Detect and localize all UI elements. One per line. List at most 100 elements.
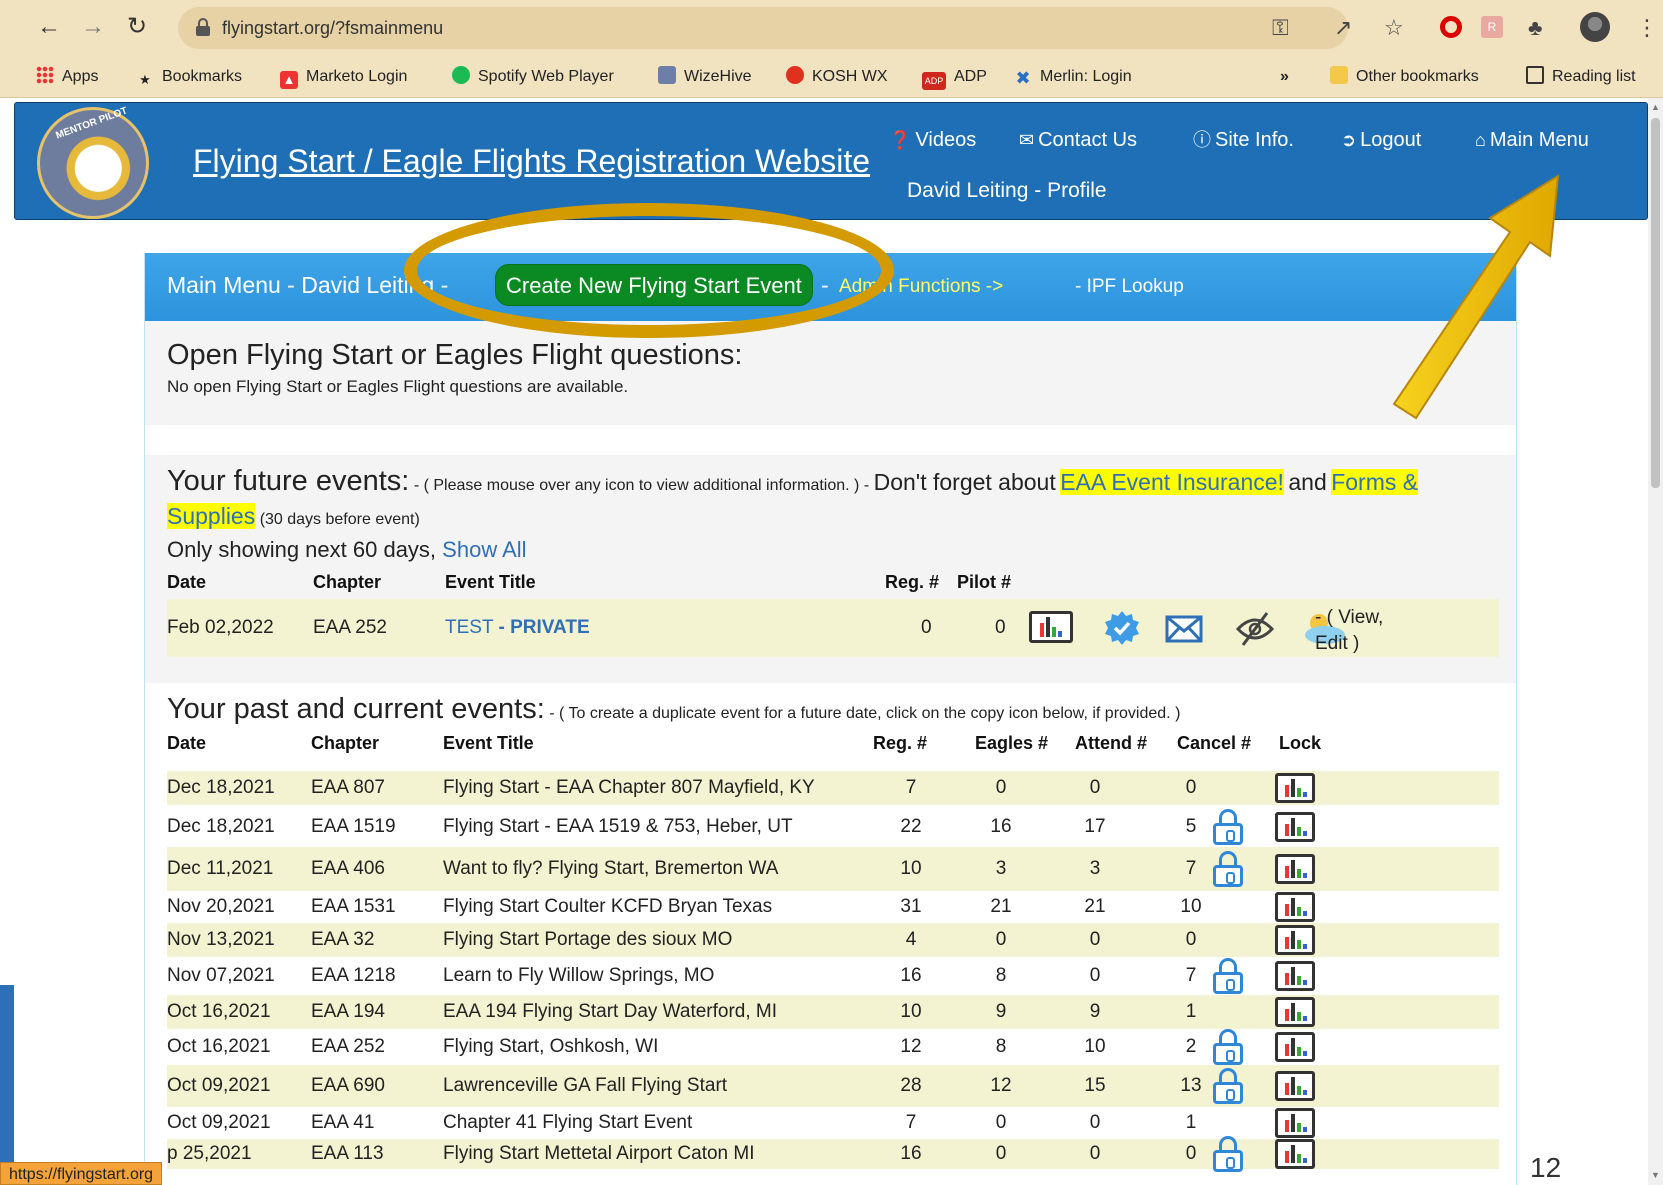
past-cancel: 2 bbox=[1185, 1036, 1197, 1057]
nav-site-info[interactable]: ⓘ Site Info. bbox=[1193, 127, 1294, 153]
scroll-up-icon[interactable]: ▲ bbox=[1651, 102, 1660, 112]
main-panel: Main Menu - David Leiting - Create New F… bbox=[144, 253, 1517, 1185]
showing-text: Only showing next 60 days, bbox=[167, 537, 437, 562]
past-date: Oct 16,2021 bbox=[167, 1036, 271, 1057]
bookmark-marketo[interactable]: ▲ Marketo Login bbox=[280, 65, 407, 89]
lock-icon[interactable] bbox=[1213, 1136, 1243, 1172]
nav-videos[interactable]: ❓ Videos bbox=[889, 127, 976, 153]
past-reg: 12 bbox=[900, 1036, 922, 1057]
weather-icon bbox=[786, 66, 804, 84]
key-icon[interactable]: ⚿ bbox=[1272, 14, 1289, 42]
bookmark-other[interactable]: Other bookmarks bbox=[1330, 65, 1479, 89]
report-chart-icon[interactable] bbox=[1275, 1071, 1315, 1101]
past-cancel: 5 bbox=[1185, 816, 1197, 837]
bookmark-adp[interactable]: ADP ADP bbox=[922, 65, 987, 90]
nav-main-menu[interactable]: ⌂ Main Menu bbox=[1475, 127, 1589, 153]
opera-extension-icon[interactable] bbox=[1440, 16, 1462, 38]
lock-icon[interactable] bbox=[1213, 809, 1243, 845]
settings-badge-icon[interactable] bbox=[1103, 609, 1141, 647]
past-title-link[interactable]: Flying Start Portage des sioux MO bbox=[443, 929, 732, 951]
report-chart-icon[interactable] bbox=[1275, 1108, 1315, 1138]
report-chart-icon[interactable] bbox=[1275, 925, 1315, 955]
col-pilot: Pilot # bbox=[957, 572, 1012, 592]
avatar[interactable] bbox=[1580, 12, 1610, 42]
past-title-link[interactable]: Want to fly? Flying Start, Bremerton WA bbox=[443, 858, 778, 880]
view-edit-link[interactable]: - ( View, Edit ) bbox=[1315, 605, 1383, 657]
col-lock: Lock bbox=[1279, 733, 1322, 753]
profile-link[interactable]: David Leiting - Profile bbox=[907, 179, 1107, 203]
bookmarks-overflow[interactable]: » bbox=[1280, 65, 1289, 89]
hidden-eye-icon[interactable] bbox=[1235, 611, 1275, 647]
reading-list[interactable]: Reading list bbox=[1526, 65, 1636, 89]
report-chart-icon[interactable] bbox=[1275, 812, 1315, 842]
nav-logout[interactable]: ➲ Logout bbox=[1341, 127, 1421, 153]
address-bar[interactable]: flyingstart.org/?fsmainmenu bbox=[178, 7, 1348, 49]
past-title-link[interactable]: Flying Start Mettetal Airport Caton MI bbox=[443, 1143, 755, 1165]
future-chapter: EAA 252 bbox=[313, 617, 387, 638]
scroll-down-icon[interactable]: ▼ bbox=[1651, 1170, 1660, 1180]
past-title-link[interactable]: EAA 194 Flying Start Day Waterford, MI bbox=[443, 1001, 777, 1023]
report-chart-icon[interactable] bbox=[1275, 854, 1315, 884]
question-circle-icon: ❓ bbox=[889, 130, 912, 150]
puzzle-icon[interactable]: ♣ bbox=[1528, 14, 1542, 42]
past-title-link[interactable]: Flying Start Coulter KCFD Bryan Texas bbox=[443, 896, 772, 918]
annotation-ellipse bbox=[404, 203, 894, 338]
report-chart-icon[interactable] bbox=[1029, 611, 1073, 643]
address-url[interactable]: flyingstart.org/?fsmainmenu bbox=[222, 18, 443, 39]
past-reg: 16 bbox=[900, 965, 922, 986]
show-all-link[interactable]: Show All bbox=[442, 537, 526, 562]
past-eagles: 0 bbox=[995, 1143, 1007, 1164]
col-date: Date bbox=[167, 733, 207, 753]
kebab-menu-icon[interactable]: ⋮ bbox=[1636, 14, 1658, 42]
forward-arrow-icon[interactable]: → bbox=[78, 12, 108, 42]
past-title-link[interactable]: Flying Start - EAA Chapter 807 Mayfield,… bbox=[443, 777, 815, 799]
past-title-link[interactable]: Flying Start, Oshkosh, WI bbox=[443, 1036, 658, 1058]
scrollbar-thumb[interactable] bbox=[1651, 118, 1660, 488]
eagle-flights-logo[interactable]: MENTOR PILOT bbox=[37, 105, 149, 219]
site-title-link[interactable]: Flying Start / Eagle Flights Registratio… bbox=[193, 143, 870, 180]
past-title-link[interactable]: Chapter 41 Flying Start Event bbox=[443, 1112, 692, 1134]
forms-supplies-link-cont[interactable]: Supplies bbox=[167, 503, 256, 529]
open-questions-heading: Open Flying Start or Eagles Flight quest… bbox=[167, 339, 743, 371]
past-title-link[interactable]: Lawrenceville GA Fall Flying Start bbox=[443, 1075, 727, 1097]
bookmark-bookmarks[interactable]: ★ Bookmarks bbox=[136, 65, 242, 89]
future-title-link[interactable]: TEST - PRIVATE bbox=[445, 617, 590, 639]
report-chart-icon[interactable] bbox=[1275, 997, 1315, 1027]
apps-grid-icon bbox=[36, 66, 54, 84]
past-title-link[interactable]: Flying Start - EAA 1519 & 753, Heber, UT bbox=[443, 816, 793, 838]
past-title-link[interactable]: Learn to Fly Willow Springs, MO bbox=[443, 965, 714, 987]
extension-icon[interactable]: R bbox=[1481, 16, 1503, 38]
past-date: Nov 07,2021 bbox=[167, 965, 275, 986]
past-chapter: EAA 1218 bbox=[311, 965, 396, 986]
report-chart-icon[interactable] bbox=[1275, 961, 1315, 991]
ipf-lookup-link[interactable]: - IPF Lookup bbox=[1075, 276, 1184, 298]
nav-contact-us[interactable]: ✉ Contact Us bbox=[1019, 127, 1137, 153]
report-chart-icon[interactable] bbox=[1275, 773, 1315, 803]
lock-icon[interactable] bbox=[1213, 1068, 1243, 1104]
back-arrow-icon[interactable]: ← bbox=[34, 12, 64, 42]
star-icon[interactable]: ☆ bbox=[1384, 14, 1404, 42]
slide-accent-bar bbox=[0, 985, 14, 1185]
share-icon[interactable]: ↗ bbox=[1334, 14, 1352, 42]
past-date: Oct 09,2021 bbox=[167, 1112, 271, 1133]
report-chart-icon[interactable] bbox=[1275, 1032, 1315, 1062]
lock-icon[interactable] bbox=[1213, 1029, 1243, 1065]
marketo-icon: ▲ bbox=[280, 71, 298, 89]
reload-icon[interactable]: ↻ bbox=[122, 12, 152, 42]
bookmark-apps[interactable]: Apps bbox=[36, 65, 98, 89]
past-cancel: 13 bbox=[1180, 1075, 1202, 1096]
report-chart-icon[interactable] bbox=[1275, 1139, 1315, 1169]
lock-icon[interactable] bbox=[1213, 958, 1243, 994]
scrollbar[interactable]: ▲ ▼ bbox=[1648, 98, 1663, 1185]
forms-supplies-link[interactable]: Forms & bbox=[1331, 469, 1419, 495]
email-icon[interactable] bbox=[1165, 615, 1203, 643]
lock-icon[interactable] bbox=[1213, 851, 1243, 887]
bookmark-wizehive[interactable]: WizeHive bbox=[658, 65, 752, 89]
star-filled-icon: ★ bbox=[139, 72, 151, 87]
report-chart-icon[interactable] bbox=[1275, 892, 1315, 922]
bookmark-merlin[interactable]: ✖ Merlin: Login bbox=[1014, 65, 1131, 89]
bookmark-kosh-wx[interactable]: KOSH WX bbox=[786, 65, 888, 89]
event-insurance-link[interactable]: EAA Event Insurance! bbox=[1060, 469, 1284, 495]
bookmark-spotify[interactable]: Spotify Web Player bbox=[452, 65, 614, 89]
days-before-note: (30 days before event) bbox=[259, 511, 420, 528]
